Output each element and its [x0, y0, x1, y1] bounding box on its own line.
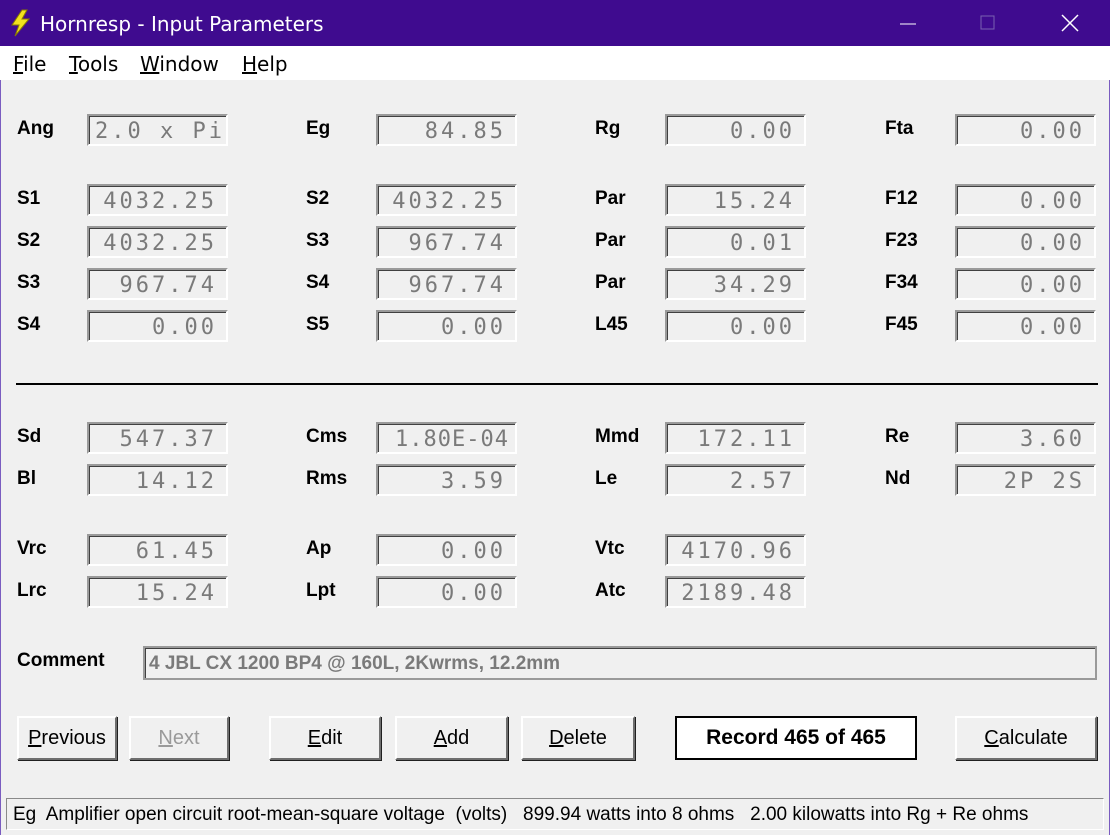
- label-re: Re: [885, 426, 910, 447]
- label-s3: S3: [306, 230, 330, 251]
- label-bl: Bl: [17, 468, 36, 489]
- minimize-icon: [900, 23, 916, 25]
- field-f23[interactable]: 0.00: [955, 226, 1096, 258]
- field-par-seg1[interactable]: 15.24: [665, 184, 806, 216]
- maximize-icon: [980, 15, 995, 30]
- label-s2: S2: [306, 188, 330, 209]
- menu-file[interactable]: File: [13, 52, 46, 76]
- label-f45: F45: [885, 314, 918, 335]
- calculate-button[interactable]: Calculate: [955, 716, 1097, 760]
- field-vtc[interactable]: 4170.96: [665, 534, 806, 566]
- label-par: Par: [595, 230, 626, 251]
- add-button[interactable]: Add: [395, 716, 508, 760]
- label-s4: S4: [306, 272, 330, 293]
- label-le: Le: [595, 468, 618, 489]
- next-button[interactable]: Next: [129, 716, 229, 760]
- field-lrc[interactable]: 15.24: [87, 576, 228, 608]
- label-lrc: Lrc: [17, 580, 47, 601]
- label-rms: Rms: [306, 468, 348, 489]
- label-nd: Nd: [885, 468, 911, 489]
- field-vrc[interactable]: 61.45: [87, 534, 228, 566]
- label-s1: S1: [17, 188, 41, 209]
- label-ap: Ap: [306, 538, 332, 559]
- label-mmd: Mmd: [595, 426, 640, 447]
- label-s3: S3: [17, 272, 41, 293]
- label-atc: Atc: [595, 580, 626, 601]
- menu-help[interactable]: Help: [242, 52, 288, 76]
- field-lpt[interactable]: 0.00: [376, 576, 517, 608]
- menu-bar: File Tools Window Help: [0, 46, 1110, 80]
- lightning-bolt-icon: [11, 9, 31, 37]
- label-par: Par: [595, 272, 626, 293]
- field-l45[interactable]: 0.00: [665, 310, 806, 342]
- section-divider: [16, 383, 1098, 385]
- label-eg: Eg: [306, 118, 331, 139]
- field-mmd[interactable]: 172.11: [665, 422, 806, 454]
- menu-tools[interactable]: Tools: [69, 52, 118, 76]
- field-le[interactable]: 2.57: [665, 464, 806, 496]
- label-lpt: Lpt: [306, 580, 336, 601]
- close-button[interactable]: [1030, 0, 1110, 46]
- label-s4: S4: [17, 314, 41, 335]
- field-par-seg3[interactable]: 34.29: [665, 268, 806, 300]
- maximize-button[interactable]: [948, 0, 1028, 46]
- edit-button[interactable]: Edit: [269, 716, 381, 760]
- field-s3-seg3[interactable]: 967.74: [87, 268, 228, 300]
- title-bar: Hornresp - Input Parameters: [0, 0, 1110, 46]
- label-rg: Rg: [595, 118, 621, 139]
- minimize-button[interactable]: [868, 0, 948, 46]
- label-comment: Comment: [17, 650, 105, 671]
- field-cms[interactable]: 1.80E-04: [376, 422, 517, 454]
- field-s2-seg2[interactable]: 4032.25: [87, 226, 228, 258]
- label-vrc: Vrc: [17, 538, 47, 559]
- field-re[interactable]: 3.60: [955, 422, 1096, 454]
- field-nd[interactable]: 2P 2S: [955, 464, 1096, 496]
- field-s4-seg4[interactable]: 0.00: [87, 310, 228, 342]
- field-rg[interactable]: 0.00: [665, 114, 806, 146]
- label-fta: Fta: [885, 118, 914, 139]
- field-fta[interactable]: 0.00: [955, 114, 1096, 146]
- window-title: Hornresp - Input Parameters: [40, 12, 324, 36]
- field-sd[interactable]: 547.37: [87, 422, 228, 454]
- label-f23: F23: [885, 230, 918, 251]
- field-eg[interactable]: 84.85: [376, 114, 517, 146]
- label-sd: Sd: [17, 426, 42, 447]
- label-ang: Ang: [17, 118, 54, 139]
- field-atc[interactable]: 2189.48: [665, 576, 806, 608]
- field-f34[interactable]: 0.00: [955, 268, 1096, 300]
- field-s1[interactable]: 4032.25: [87, 184, 228, 216]
- label-s2: S2: [17, 230, 41, 251]
- label-f34: F34: [885, 272, 918, 293]
- status-bar: Eg Amplifier open circuit root-mean-squa…: [6, 798, 1104, 830]
- field-ang[interactable]: 2.0 x Pi: [87, 114, 228, 146]
- label-l45: L45: [595, 314, 628, 335]
- label-f12: F12: [885, 188, 918, 209]
- label-par: Par: [595, 188, 626, 209]
- field-ap[interactable]: 0.00: [376, 534, 517, 566]
- field-par-seg2[interactable]: 0.01: [665, 226, 806, 258]
- menu-window[interactable]: Window: [140, 52, 219, 76]
- field-f45[interactable]: 0.00: [955, 310, 1096, 342]
- close-icon: [1061, 14, 1079, 32]
- status-text: Eg Amplifier open circuit root-mean-squa…: [13, 804, 1029, 825]
- delete-button[interactable]: Delete: [521, 716, 635, 760]
- label-s5: S5: [306, 314, 330, 335]
- comment-field[interactable]: 4 JBL CX 1200 BP4 @ 160L, 2Kwrms, 12.2mm: [143, 646, 1097, 680]
- field-s5-seg4[interactable]: 0.00: [376, 310, 517, 342]
- label-vtc: Vtc: [595, 538, 625, 559]
- record-indicator: Record 465 of 465: [675, 716, 917, 760]
- field-f12[interactable]: 0.00: [955, 184, 1096, 216]
- field-bl[interactable]: 14.12: [87, 464, 228, 496]
- field-s2-seg1[interactable]: 4032.25: [376, 184, 517, 216]
- label-cms: Cms: [306, 426, 348, 447]
- field-s4-seg3[interactable]: 967.74: [376, 268, 517, 300]
- previous-button[interactable]: Previous: [17, 716, 117, 760]
- field-s3-seg2[interactable]: 967.74: [376, 226, 517, 258]
- field-rms[interactable]: 3.59: [376, 464, 517, 496]
